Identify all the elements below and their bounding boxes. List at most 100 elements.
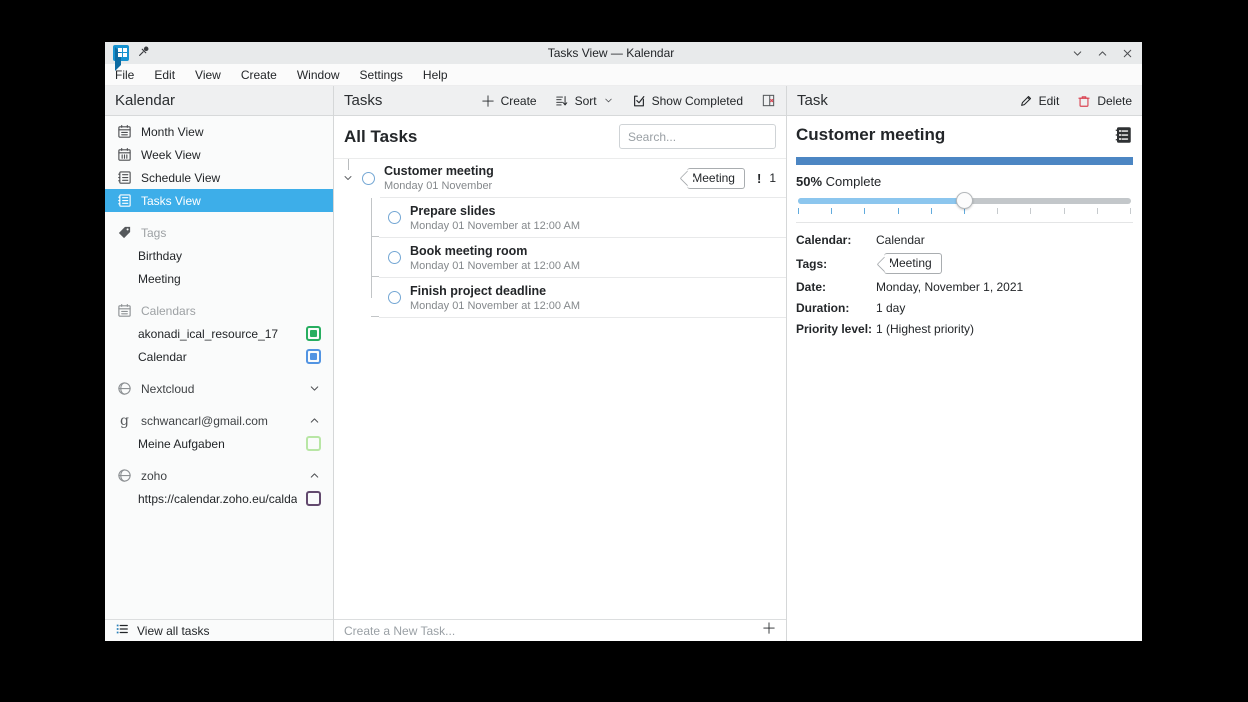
week-calendar-icon — [117, 147, 132, 162]
calendar-label: akonadi_ical_resource_17 — [138, 327, 278, 341]
task-complete-circle[interactable] — [388, 291, 401, 304]
menu-help[interactable]: Help — [423, 68, 448, 82]
sidebar-calendar-zoho-url[interactable]: https://calendar.zoho.eu/caldav/b... — [105, 487, 333, 510]
sort-button[interactable]: Sort — [555, 94, 614, 108]
field-calendar: Calendar: Calendar — [796, 232, 1133, 248]
task-tag-chip[interactable]: Meeting — [687, 168, 745, 189]
calendar-checkbox-unchecked[interactable] — [306, 491, 321, 506]
tasks-panel-header: Tasks Create Sort Show — [334, 86, 786, 116]
sidebar-item-label: Week View — [141, 148, 201, 162]
task-priority: ! 1 — [757, 171, 776, 186]
sidebar-item-label: Schedule View — [141, 171, 220, 185]
task-details-fields: Calendar: Calendar Tags: Meeting Date: M… — [796, 232, 1133, 337]
task-title: Prepare slides — [410, 204, 580, 218]
close-icon[interactable] — [1121, 47, 1134, 60]
calendar-label: Meine Aufgaben — [138, 437, 225, 451]
notes-journal-icon[interactable] — [1113, 125, 1133, 150]
chevron-up-icon[interactable] — [308, 469, 321, 482]
create-button[interactable]: Create — [481, 94, 537, 108]
month-calendar-icon — [117, 124, 132, 139]
chevron-down-icon[interactable] — [308, 382, 321, 395]
task-row-book-meeting-room[interactable]: Book meeting room Monday 01 November at … — [334, 238, 786, 277]
task-complete-circle[interactable] — [362, 172, 375, 185]
view-all-tasks-label: View all tasks — [137, 624, 209, 638]
google-icon: g — [117, 413, 132, 428]
task-complete-circle[interactable] — [388, 211, 401, 224]
account-label: Nextcloud — [141, 382, 194, 396]
sidebar-section-calendars: Calendars — [105, 299, 333, 322]
sidebar-item-week-view[interactable]: Week View — [105, 143, 333, 166]
sidebar-tag-birthday[interactable]: Birthday — [105, 244, 333, 267]
task-row-prepare-slides[interactable]: Prepare slides Monday 01 November at 12:… — [334, 198, 786, 237]
calendar-checkbox-checked[interactable] — [306, 349, 321, 364]
sidebar-tag-meeting[interactable]: Meeting — [105, 267, 333, 290]
chevron-down-icon — [603, 95, 614, 106]
sidebar-item-label: Tasks View — [141, 194, 201, 208]
sidebar-calendar-calendar[interactable]: Calendar — [105, 345, 333, 368]
show-completed-button[interactable]: Show Completed — [632, 94, 743, 108]
sidebar-account-zoho[interactable]: zoho — [105, 464, 333, 487]
minimize-button[interactable] — [1071, 47, 1084, 60]
menu-view[interactable]: View — [195, 68, 221, 82]
globe-icon — [117, 468, 132, 483]
tag-label: Meeting — [138, 272, 181, 286]
task-title: Book meeting room — [410, 244, 580, 258]
chevron-up-icon[interactable] — [308, 414, 321, 427]
task-date: Monday 01 November — [384, 180, 494, 192]
separator — [379, 317, 786, 318]
section-label: Calendars — [141, 304, 196, 318]
sidebar-account-nextcloud[interactable]: Nextcloud — [105, 377, 333, 400]
task-list: Customer meeting Monday 01 November Meet… — [334, 159, 786, 619]
detail-tag-chip[interactable]: Meeting — [884, 253, 942, 274]
maximize-button[interactable] — [1096, 47, 1109, 60]
task-complete-circle[interactable] — [388, 251, 401, 264]
task-row-customer-meeting[interactable]: Customer meeting Monday 01 November Meet… — [334, 159, 786, 197]
pin-icon[interactable] — [137, 44, 151, 63]
sidebar-account-google[interactable]: g schwancarl@gmail.com — [105, 409, 333, 432]
expander-chevron-down-icon[interactable] — [334, 172, 362, 184]
view-all-tasks-button[interactable]: View all tasks — [105, 619, 333, 641]
calendar-checkbox-unchecked[interactable] — [306, 436, 321, 451]
titlebar[interactable]: Tasks View — Kalendar — [105, 42, 1142, 64]
task-date: Monday 01 November at 12:00 AM — [410, 220, 580, 232]
kalendar-app-icon[interactable] — [113, 45, 129, 61]
tasks-heading-row: All Tasks — [334, 116, 786, 159]
delete-button[interactable]: Delete — [1077, 94, 1132, 108]
new-task-input[interactable] — [344, 624, 762, 638]
kalendar-window: Tasks View — Kalendar File Edit View Cre… — [105, 42, 1142, 641]
add-task-plus-icon[interactable] — [762, 621, 776, 640]
field-date: Date: Monday, November 1, 2021 — [796, 279, 1133, 295]
menubar: File Edit View Create Window Settings He… — [105, 64, 1142, 86]
sidebar-item-schedule-view[interactable]: Schedule View — [105, 166, 333, 189]
slider-handle[interactable] — [956, 192, 973, 209]
sidebar-header: Kalendar — [105, 86, 333, 116]
globe-icon — [117, 381, 132, 396]
sidebar-item-month-view[interactable]: Month View — [105, 120, 333, 143]
section-label: Tags — [141, 226, 166, 240]
sidebar-item-tasks-view[interactable]: Tasks View — [105, 189, 333, 212]
search-input[interactable] — [619, 124, 776, 149]
field-tags: Tags: Meeting — [796, 253, 1133, 274]
subtask-group: Prepare slides Monday 01 November at 12:… — [334, 198, 786, 318]
calendar-label: https://calendar.zoho.eu/caldav/b... — [138, 492, 297, 506]
task-row-finish-project-deadline[interactable]: Finish project deadline Monday 01 Novemb… — [334, 278, 786, 317]
field-priority: Priority level: 1 (Highest priority) — [796, 321, 1133, 337]
sidebar: Kalendar Month View Week View Schedule V… — [105, 86, 334, 641]
sidebar-calendar-meine-aufgaben[interactable]: Meine Aufgaben — [105, 432, 333, 455]
calendar-checkbox-checked[interactable] — [306, 326, 321, 341]
task-title: Customer meeting — [384, 164, 494, 178]
desktop-background: Tasks View — Kalendar File Edit View Cre… — [0, 0, 1248, 702]
menu-window[interactable]: Window — [297, 68, 340, 82]
collapse-panel-icon[interactable] — [761, 93, 776, 108]
menu-settings[interactable]: Settings — [360, 68, 403, 82]
completion-slider[interactable] — [796, 193, 1133, 211]
percent-complete-label: 50% Complete — [796, 174, 1133, 189]
edit-button[interactable]: Edit — [1019, 94, 1060, 108]
field-duration: Duration: 1 day — [796, 300, 1133, 316]
menu-edit[interactable]: Edit — [154, 68, 175, 82]
slider-fill — [798, 198, 965, 204]
edit-label: Edit — [1039, 94, 1060, 108]
sidebar-calendar-akonadi[interactable]: akonadi_ical_resource_17 — [105, 322, 333, 345]
show-completed-label: Show Completed — [652, 94, 743, 108]
menu-create[interactable]: Create — [241, 68, 277, 82]
